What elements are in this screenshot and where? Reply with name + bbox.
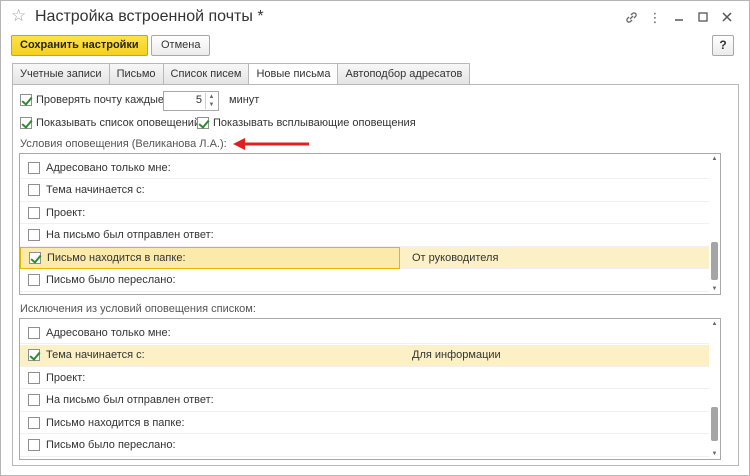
check-mail-row: Проверять почту каждые: [20,94,167,106]
show-notifications-list-checkbox[interactable] [20,117,32,129]
check-interval-stepper[interactable]: 5 ▲ ▼ [163,91,219,111]
help-button[interactable]: ? [712,35,734,56]
list-item-label: Адресовано только мне: [46,161,171,174]
list-item[interactable]: На письмо был отправлен ответ: [20,390,710,412]
stepper-down-icon[interactable]: ▼ [206,101,217,109]
red-arrow-icon [233,138,309,150]
scroll-down-icon[interactable]: ▼ [709,449,720,459]
list-item-name-cell[interactable]: Письмо находится в папке: [20,246,400,269]
exceptions-list[interactable]: Адресовано только мне: Тема начинается с:… [19,318,721,460]
tab-new-letters[interactable]: Новые письма [248,63,339,86]
cancel-button[interactable]: Отмена [151,35,211,56]
list-item-checkbox[interactable] [28,416,40,429]
list-item-label: Письмо было переслано: [46,439,176,451]
tab-bar: Учетные записи Письмо Список писем Новые… [12,63,471,86]
list-item-name-cell[interactable]: Тема начинается с: [20,179,400,201]
conditions-scrollbar[interactable]: ▲ ▼ [709,154,720,294]
list-item-checkbox[interactable] [28,371,40,384]
list-item-label: На письмо был отправлен ответ: [46,394,214,406]
save-settings-button[interactable]: Сохранить настройки [11,35,148,56]
tab-recipient-autoselect[interactable]: Автоподбор адресатов [337,63,471,85]
list-item-name-cell[interactable]: На письмо был отправлен ответ: [20,389,400,411]
tab-letter[interactable]: Письмо [108,63,164,85]
list-item-checkbox[interactable] [28,161,40,174]
list-item-label: Проект: [46,206,86,219]
tab-letter-list[interactable]: Список писем [162,63,250,85]
interval-unit-label: минут [229,94,260,106]
toolbar: Сохранить настройки Отмена ? [1,33,749,59]
list-item-checkbox[interactable] [28,229,40,241]
show-notifications-list-row: Показывать список оповещений [20,117,200,129]
close-icon[interactable] [715,8,739,26]
stepper-up-icon[interactable]: ▲ [206,93,217,101]
list-item-label: Тема начинается с: [46,349,145,361]
list-item-checkbox[interactable] [28,184,40,196]
list-item-checkbox[interactable] [29,251,41,264]
exceptions-scrollbar[interactable]: ▲ ▼ [709,319,720,459]
list-item-value[interactable]: Для информации [412,349,501,361]
list-item-name-cell[interactable]: Адресовано только мне: [20,322,400,344]
more-icon[interactable]: ⋮ [643,8,667,26]
maximize-icon[interactable] [691,8,715,26]
list-item-label: Тема начинается с: [46,184,145,196]
list-item-checkbox[interactable] [28,439,40,451]
list-item[interactable]: Проект: [20,202,710,224]
list-item[interactable]: Адресовано только мне: [20,157,710,179]
list-item-checkbox[interactable] [28,349,40,361]
star-icon[interactable]: ☆ [11,6,26,26]
list-item-name-cell[interactable]: На письмо был отправлен ответ: [20,224,400,246]
list-item-name-cell[interactable]: Письмо было переслано: [20,434,400,456]
show-popup-notifications-label: Показывать всплывающие оповещения [213,117,416,129]
scroll-down-icon[interactable]: ▼ [709,284,720,294]
scroll-up-icon[interactable]: ▲ [709,319,720,329]
list-item-name-cell[interactable]: Проект: [20,202,400,224]
check-mail-label: Проверять почту каждые: [36,94,168,106]
list-item[interactable]: Письмо находится в папке: От руководителя [20,246,710,269]
list-item-name-cell[interactable]: Адресовано только мне: [20,157,400,179]
list-item[interactable]: Проект: [20,367,710,389]
list-item-name-cell[interactable]: Письмо находится в папке: [20,412,400,434]
list-item-label: Адресовано только мне: [46,326,171,339]
scroll-up-icon[interactable]: ▲ [709,154,720,164]
settings-window: ☆ Настройка встроенной почты * ⋮ Сохрани… [0,0,750,476]
list-item-checkbox[interactable] [28,274,40,286]
show-popup-notifications-row: Показывать всплывающие оповещения [197,117,416,129]
list-item-label: Письмо находится в папке: [47,251,186,264]
show-notifications-list-label: Показывать список оповещений [36,117,201,129]
list-item-name-cell[interactable]: Тема начинается с: [20,344,400,366]
exceptions-title: Исключения из условий оповещения списком… [20,303,256,315]
list-item-value[interactable]: От руководителя [412,252,498,264]
list-item-name-cell[interactable]: Письмо было переслано: [20,269,400,291]
list-item-checkbox[interactable] [28,326,40,339]
interval-unit-row: минут [229,94,259,106]
check-interval-value[interactable]: 5 [196,94,202,106]
list-item[interactable]: Адресовано только мне: [20,322,710,344]
list-item-checkbox[interactable] [28,394,40,406]
list-item-label: Письмо находится в папке: [46,416,185,429]
conditions-list[interactable]: Адресовано только мне: Тема начинается с:… [19,153,721,295]
list-item-label: Проект: [46,371,86,384]
list-item[interactable]: На письмо был отправлен ответ: [20,225,710,247]
stepper-buttons: ▲ ▼ [205,93,217,109]
check-mail-checkbox[interactable] [20,94,32,106]
list-item[interactable]: Письмо было переслано: [20,435,710,457]
title-bar: ☆ Настройка встроенной почты * ⋮ [1,1,749,31]
link-icon[interactable] [619,8,643,26]
minimize-icon[interactable] [667,8,691,26]
scroll-thumb[interactable] [711,242,718,280]
list-item-name-cell[interactable]: Проект: [20,367,400,389]
list-item-checkbox[interactable] [28,206,40,219]
scroll-thumb[interactable] [711,407,718,441]
tab-accounts[interactable]: Учетные записи [12,63,110,85]
list-item[interactable]: Тема начинается с: Для информации [20,344,710,367]
conditions-title: Условия оповещения (Великанова Л.А.): [20,138,227,150]
window-title: Настройка встроенной почты * [35,8,264,25]
window-controls: ⋮ [619,8,739,26]
list-item[interactable]: Тема начинается с: [20,180,710,202]
list-item[interactable]: Письмо находится в папке: [20,412,710,434]
list-item-label: Письмо было переслано: [46,274,176,286]
list-item[interactable]: Письмо было переслано: [20,270,710,292]
list-item-label: На письмо был отправлен ответ: [46,229,214,241]
show-popup-notifications-checkbox[interactable] [197,117,209,129]
